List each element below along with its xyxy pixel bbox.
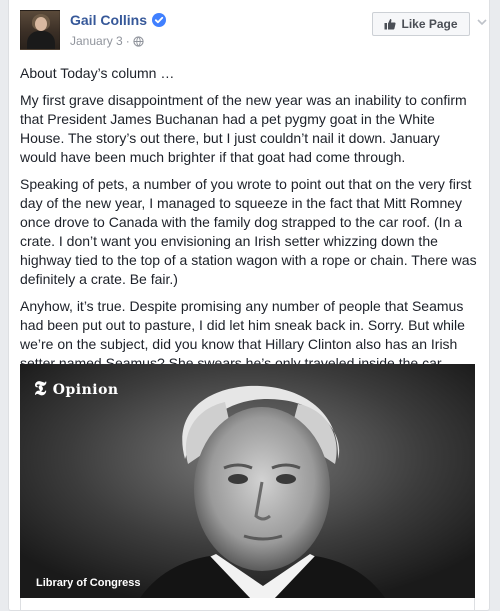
post-meta: January 3 · <box>70 34 144 48</box>
globe-icon[interactable] <box>133 35 144 47</box>
nyt-opinion-brand: 𝕿 Opinion <box>34 378 119 401</box>
thumbs-up-icon <box>384 19 397 30</box>
link-preview-footer[interactable] <box>20 598 475 611</box>
post-photo[interactable]: 𝕿 Opinion Library of Congress <box>20 364 475 598</box>
post-paragraph: Anyhow, it’s true. Despite promising any… <box>20 298 465 371</box>
like-page-label: Like Page <box>401 17 458 31</box>
post-paragraph: About Today’s column … <box>20 65 175 81</box>
post-paragraph: My first grave disappointment of the new… <box>20 92 467 165</box>
author-avatar[interactable] <box>20 10 60 50</box>
verified-badge-icon <box>152 13 167 27</box>
photo-credit: Library of Congress <box>36 577 141 589</box>
opinion-label: Opinion <box>52 381 119 398</box>
author-name[interactable]: Gail Collins <box>70 12 147 28</box>
post-paragraph: Speaking of pets, a number of you wrote … <box>20 176 477 287</box>
like-page-button[interactable]: Like Page <box>372 12 470 36</box>
author-row: Gail Collins <box>70 12 167 28</box>
post-body: About Today’s column … My first grave di… <box>20 64 480 381</box>
nyt-logo-icon: 𝕿 <box>34 378 47 400</box>
post-card: Gail Collins January 3 · Like Page About… <box>8 0 490 611</box>
post-header: Gail Collins January 3 · Like Page <box>20 10 487 54</box>
chevron-down-icon[interactable] <box>476 16 488 28</box>
meta-separator: · <box>125 34 130 48</box>
post-date[interactable]: January 3 <box>70 34 123 48</box>
